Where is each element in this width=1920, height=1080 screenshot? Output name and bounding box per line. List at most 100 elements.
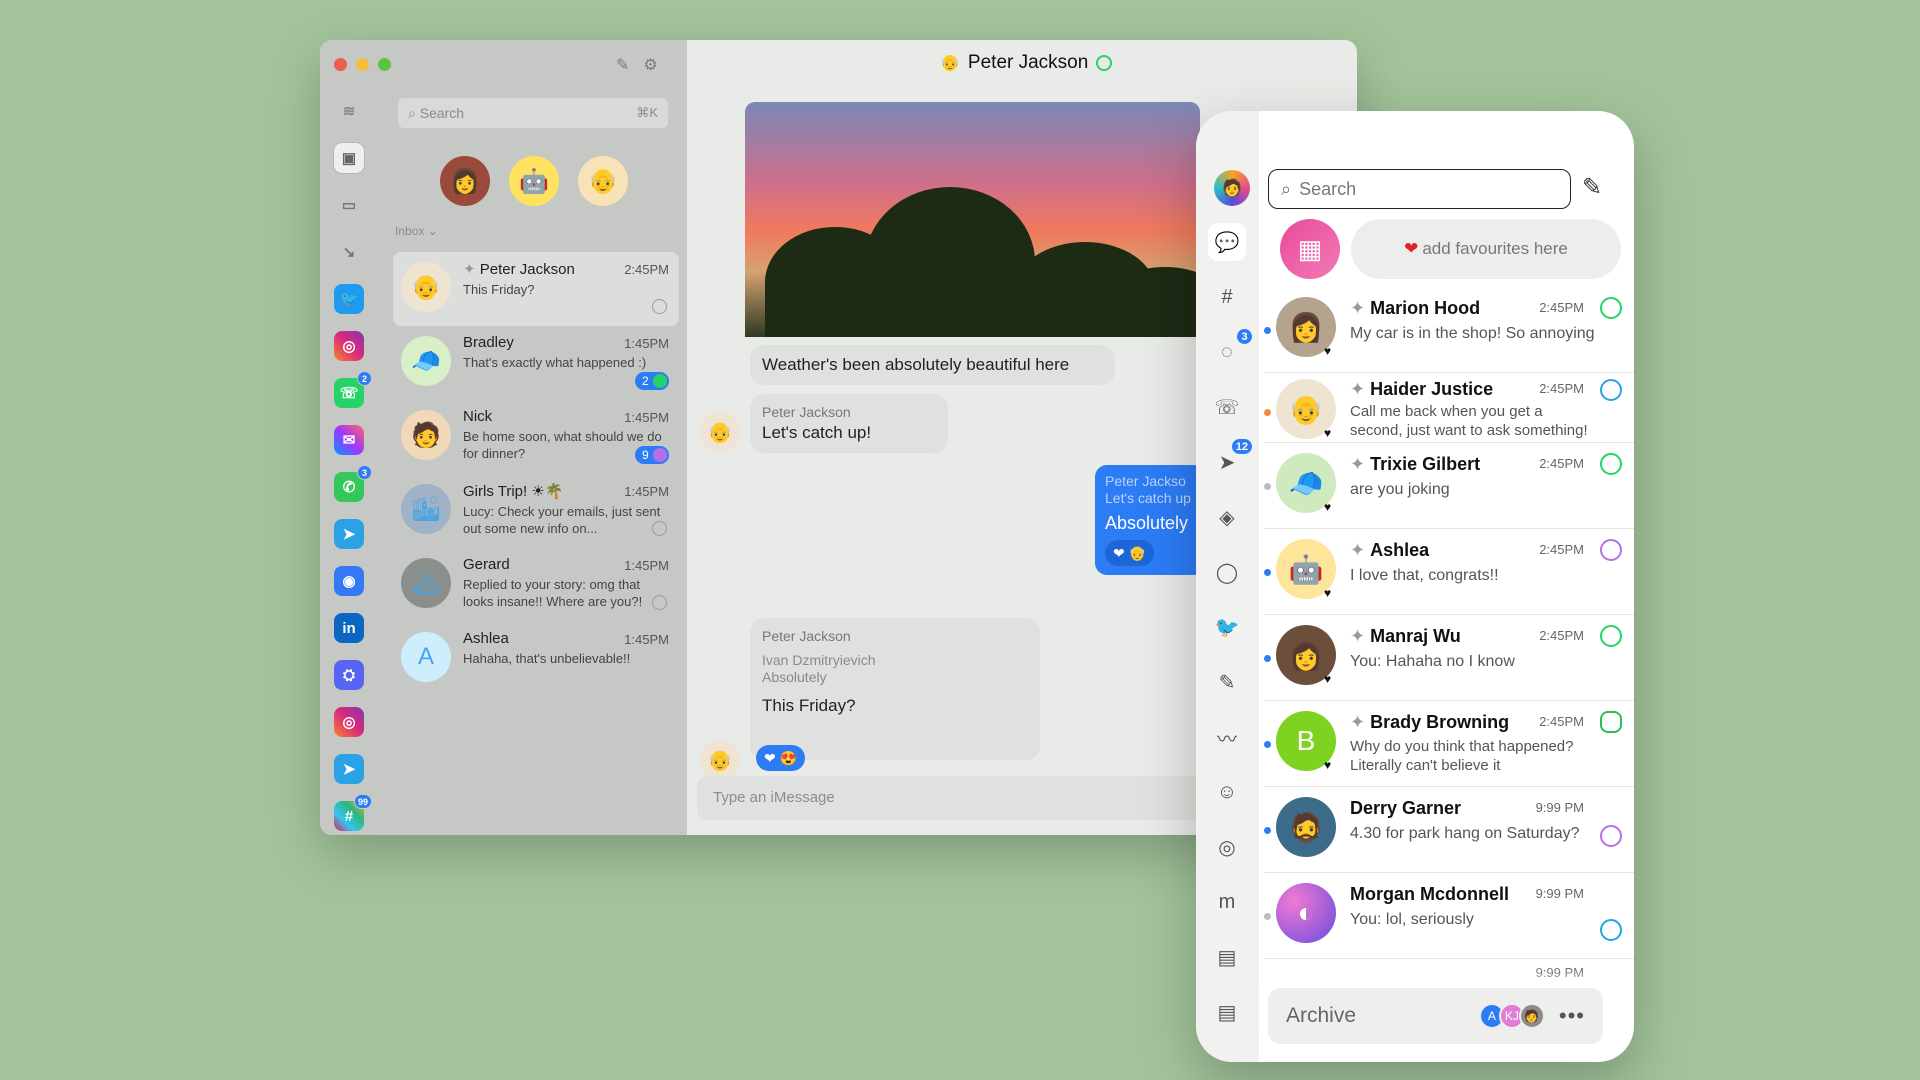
messenger-icon bbox=[653, 448, 667, 462]
twitter-icon[interactable]: 🐦 bbox=[1208, 608, 1246, 646]
message-square-icon[interactable]: ✎ bbox=[1208, 663, 1246, 701]
messenger-icon[interactable]: ✉ bbox=[334, 425, 364, 455]
avatar-glyph: 👴 bbox=[707, 749, 733, 772]
unread-dot bbox=[1264, 327, 1271, 334]
telegram-icon[interactable]: ➤ 12 bbox=[1208, 437, 1254, 481]
slack-icon[interactable]: #99 bbox=[334, 794, 372, 831]
signal-icon[interactable]: ◯ bbox=[1208, 553, 1246, 591]
chat-row[interactable]: 🤖 ♥ ✦ Ashlea 2:45PM I love that, congrat… bbox=[1264, 529, 1634, 615]
outgoing-message[interactable]: Peter Jackso Let's catch up Absolutely ❤… bbox=[1095, 465, 1205, 575]
sms-icon[interactable]: ▤ bbox=[1208, 938, 1246, 976]
message-reactions[interactable]: ❤ 👴 bbox=[1105, 540, 1155, 566]
twitter-icon[interactable]: 🐦 bbox=[334, 284, 364, 314]
chat-row[interactable]: 👩 ♥ ✦ Marion Hood 2:45PM My car is in th… bbox=[1264, 287, 1634, 373]
pin-icon: ✦ bbox=[463, 261, 480, 278]
message-reactions[interactable]: ❤ 😍 bbox=[756, 745, 806, 771]
sender-avatar: 👴 bbox=[700, 740, 740, 780]
favourites-card-icon[interactable]: ▦ bbox=[1280, 219, 1340, 279]
message-composer-input[interactable]: Type an iMessage bbox=[697, 776, 1257, 820]
messenger-icon[interactable]: 〰 bbox=[1208, 718, 1246, 756]
compose-icon[interactable]: ✎ bbox=[616, 55, 629, 75]
inbox-dropdown[interactable]: Inbox ⌄ bbox=[395, 224, 438, 238]
linkedin-icon[interactable]: in bbox=[334, 613, 364, 643]
chat-row[interactable]: 👴 ✦ Peter Jackson 2:45PM This Friday? bbox=[393, 252, 679, 326]
discord-icon[interactable]: ⛭ bbox=[334, 660, 364, 690]
messages-icon[interactable]: ✆ 3 bbox=[334, 465, 372, 502]
instagram-icon[interactable]: ◎ bbox=[334, 707, 364, 737]
chat-name-text: Haider Justice bbox=[1370, 379, 1494, 399]
close-window-button[interactable] bbox=[334, 58, 347, 71]
chat-row[interactable]: B ♥ ✦ Brady Browning 2:45PM Why do you t… bbox=[1264, 701, 1634, 787]
chat-row[interactable]: 🏔 Gerard 1:45PM Replied to your story: o… bbox=[393, 548, 679, 622]
inbox-tray-icon[interactable]: ▭ bbox=[334, 190, 364, 220]
chat-row[interactable]: ◐ Morgan Mcdonnell 9:99 PM You: lol, ser… bbox=[1264, 873, 1634, 959]
minimize-window-button[interactable] bbox=[356, 58, 369, 71]
incoming-message[interactable]: Peter Jackson Ivan Dzmitryievich Absolut… bbox=[750, 618, 1040, 760]
discord-icon[interactable]: ◈ bbox=[1208, 498, 1246, 536]
avatar-glyph: 👩 bbox=[450, 167, 480, 195]
favorite-avatar[interactable]: 👴 bbox=[578, 156, 628, 206]
messenger-icon bbox=[1600, 539, 1622, 561]
whatsapp-icon[interactable]: ☏ bbox=[1208, 388, 1246, 426]
instagram-icon[interactable]: ◎ bbox=[1208, 828, 1246, 866]
chat-row[interactable]: 🧔 Derry Garner 9:99 PM 4.30 for park han… bbox=[1264, 787, 1634, 873]
telegram-icon[interactable]: ➤ bbox=[334, 754, 364, 784]
chat-bubbles-icon[interactable]: ▣ bbox=[334, 143, 364, 173]
whatsapp-icon[interactable]: ☏ 2 bbox=[334, 371, 372, 408]
chat-row[interactable]: 🧢 ♥ ✦ Trixie Gilbert 2:45PM are you joki… bbox=[1264, 443, 1634, 529]
chat-name-text: Brady Browning bbox=[1370, 712, 1510, 732]
gear-icon[interactable]: ⚙ bbox=[643, 55, 657, 75]
whatsapp-icon bbox=[652, 595, 667, 610]
rail-glyph: ✎ bbox=[1218, 671, 1236, 694]
hangouts-icon[interactable]: ☺ bbox=[1208, 773, 1246, 811]
chat-time: 9:99 PM bbox=[1535, 886, 1584, 901]
rail-glyph: ▤ bbox=[1217, 946, 1237, 969]
profile-avatar[interactable]: 🧑 bbox=[1214, 170, 1250, 206]
chat-time: 2:45PM bbox=[1539, 456, 1584, 471]
favorite-avatar[interactable]: 🤖 bbox=[509, 156, 559, 206]
favourite-heart-icon: ♥ bbox=[1324, 672, 1332, 686]
unread-dot bbox=[1264, 827, 1271, 834]
slack-icon[interactable]: # bbox=[1208, 278, 1246, 316]
archive-bar[interactable]: Archive A KJ 🧑 ••• bbox=[1268, 988, 1603, 1044]
chat-preview: I love that, congrats!! bbox=[1350, 567, 1499, 584]
conversation-title[interactable]: 👴 Peter Jackson bbox=[940, 52, 1113, 74]
signal-icon[interactable]: ◉ bbox=[334, 566, 364, 596]
list-icon[interactable]: ▤ bbox=[1208, 993, 1246, 1031]
messenger-icon bbox=[1600, 825, 1622, 847]
chat-preview: You: Hahaha no I know bbox=[1350, 653, 1515, 670]
chat-name: ✦ Trixie Gilbert bbox=[1350, 454, 1480, 475]
avatar-glyph: A bbox=[417, 643, 434, 670]
favorite-avatar[interactable]: 👩 bbox=[440, 156, 490, 206]
desktop-search-input[interactable]: ⌕ Search ⌘K bbox=[398, 98, 668, 128]
incoming-message[interactable]: Peter Jackson Let's catch up! bbox=[750, 394, 948, 453]
chat-row[interactable]: 👩 ♥ ✦ Manraj Wu 2:45PM You: Hahaha no I … bbox=[1264, 615, 1634, 701]
matrix-icon[interactable]: m bbox=[1208, 883, 1246, 921]
rail-glyph: ☏ bbox=[339, 385, 359, 402]
chat-row[interactable]: A Ashlea 1:45PM Hahaha, that's unbelieva… bbox=[393, 622, 679, 696]
incoming-message[interactable]: Weather's been absolutely beautiful here bbox=[750, 345, 1115, 385]
zoom-window-button[interactable] bbox=[378, 58, 391, 71]
messages-unread-badge: 3 bbox=[357, 465, 372, 480]
shared-photo[interactable] bbox=[745, 102, 1200, 337]
chat-row[interactable]: 🏙 Girls Trip! ☀🌴 1:45PM Lucy: Check your… bbox=[393, 474, 679, 548]
stories-icon[interactable]: ◌ 3 bbox=[1208, 327, 1254, 371]
layers-icon[interactable]: ≋ bbox=[334, 96, 364, 126]
chat-row[interactable]: 👴 ♥ ✦ Haider Justice 2:45PM Call me back… bbox=[1264, 373, 1634, 443]
add-favourites-button[interactable]: ❤ add favourites here bbox=[1351, 219, 1621, 279]
more-icon[interactable]: ••• bbox=[1559, 1003, 1585, 1029]
mobile-search-input[interactable]: ⌕ Search bbox=[1268, 169, 1571, 209]
compose-icon[interactable]: ✎ bbox=[1582, 173, 1602, 202]
favourite-heart-icon: ♥ bbox=[1324, 500, 1332, 514]
heart-icon: ❤ bbox=[1404, 239, 1419, 258]
telegram-icon[interactable]: ➤ bbox=[334, 519, 364, 549]
arrow-down-right-icon[interactable]: ↘ bbox=[334, 237, 364, 267]
chat-preview: You: lol, seriously bbox=[1350, 911, 1474, 928]
chat-bubbles-icon[interactable]: 💬 bbox=[1208, 223, 1246, 261]
chat-row[interactable]: 🧢 Bradley 1:45PM That's exactly what hap… bbox=[393, 326, 679, 400]
quoted-sender: Ivan Dzmitryievich bbox=[762, 652, 876, 668]
chat-name-text: Ashlea bbox=[1370, 540, 1430, 560]
chat-name-text: Marion Hood bbox=[1370, 298, 1481, 318]
chat-row[interactable]: 🧑 Nick 1:45PM Be home soon, what should … bbox=[393, 400, 679, 474]
instagram-icon[interactable]: ◎ bbox=[334, 331, 364, 361]
